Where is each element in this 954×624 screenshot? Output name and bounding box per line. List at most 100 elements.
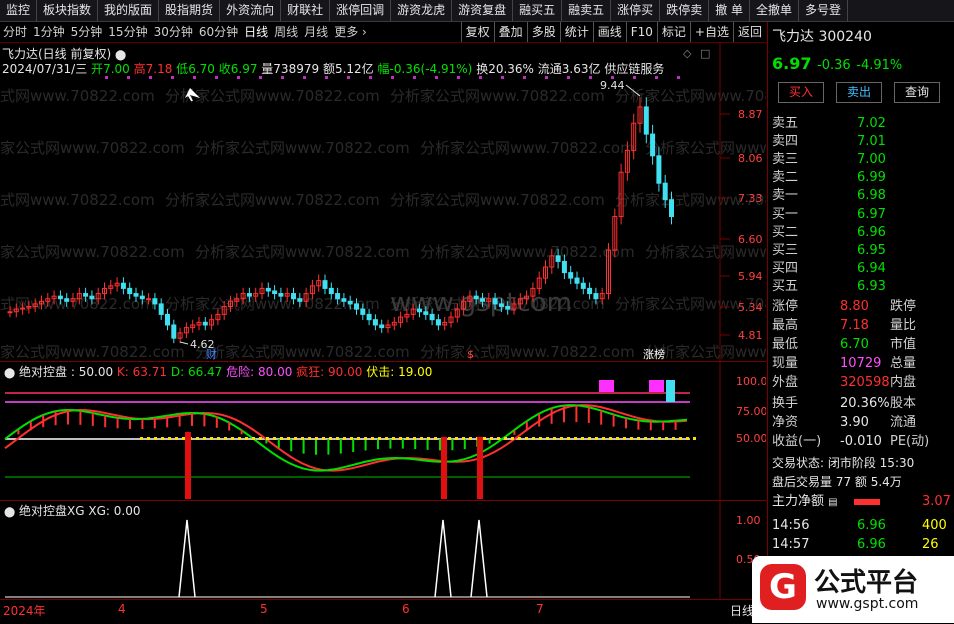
top-dot	[655, 76, 658, 79]
watermark-text: 分析家公式网www.70822.com	[615, 87, 766, 105]
period-tab[interactable]: 分时	[0, 22, 30, 42]
osc-bar	[575, 405, 577, 422]
yellow-dot	[399, 437, 402, 440]
period-tab[interactable]: 30分钟	[151, 22, 196, 42]
osc-bar	[228, 422, 230, 430]
menu-item[interactable]: 外资流向	[220, 0, 281, 21]
yellow-dot	[329, 437, 332, 440]
candle-body	[159, 304, 163, 314]
candle-body	[342, 299, 346, 302]
tool-button[interactable]: 叠加	[494, 22, 527, 42]
menu-item[interactable]: 撤 单	[709, 0, 750, 21]
top-dot	[435, 76, 438, 79]
top-dot	[457, 76, 460, 79]
tool-button[interactable]: 多股	[527, 22, 560, 42]
tick-volume: 26	[922, 535, 939, 554]
sell-button[interactable]: 卖出	[836, 82, 882, 103]
menu-item[interactable]: 融买五	[513, 0, 562, 21]
menu-item[interactable]: 游资龙虎	[391, 0, 452, 21]
bid-price: 6.97	[857, 205, 886, 224]
yellow-dot	[518, 437, 521, 440]
stat-label: 量比	[890, 316, 916, 335]
menu-item[interactable]: 涨停回调	[330, 0, 391, 21]
period-tab[interactable]: 15分钟	[105, 22, 150, 42]
indicator-panel-2[interactable]: ⬤ 绝对控盘XG XG: 0.00 1.000.50	[0, 501, 766, 599]
period-tab[interactable]: 月线	[301, 22, 331, 42]
tool-button[interactable]: 复权	[461, 22, 494, 42]
quote-row: 卖五7.02	[772, 114, 954, 133]
osc-bar	[340, 439, 342, 454]
bid-price: 6.96	[857, 223, 886, 242]
top-dot	[303, 76, 306, 79]
yellow-dot	[434, 437, 437, 440]
menu-item[interactable]: 股指期货	[159, 0, 220, 21]
yellow-dot	[259, 437, 262, 440]
x-label: 7	[536, 602, 544, 616]
stat-label: 总量	[890, 354, 916, 373]
yellow-dot	[322, 437, 325, 440]
ask-price: 7.01	[857, 132, 886, 151]
period-tab[interactable]: 60分钟	[196, 22, 241, 42]
menu-item[interactable]: 全撤单	[750, 0, 799, 21]
current-price: 6.97	[772, 54, 811, 73]
menu-item[interactable]: 财联社	[281, 0, 330, 21]
query-button[interactable]: 查询	[894, 82, 940, 103]
yellow-dot	[371, 437, 374, 440]
tool-button[interactable]: 返回	[733, 22, 766, 42]
osc-bar	[203, 414, 205, 427]
y-tick-label: 50.00	[736, 432, 766, 445]
top-dot	[545, 76, 548, 79]
buy-button[interactable]: 买入	[778, 82, 824, 103]
brand-logo-icon: G	[760, 564, 806, 610]
yellow-dot	[644, 437, 647, 440]
yellow-dot	[245, 437, 248, 440]
yellow-dot	[637, 437, 640, 440]
quote-row: 14:576.9626	[772, 535, 954, 554]
kline-svg: 分析家公式网www.70822.com 分析家公式网www.70822.com 分析…	[0, 43, 766, 361]
menu-item[interactable]: 监控	[0, 0, 37, 21]
osc-bar	[402, 439, 404, 449]
osc-bar	[55, 411, 57, 425]
watermark-text: 分析家公式网www.70822.com	[165, 191, 380, 209]
period-tab[interactable]: 1分钟	[30, 22, 68, 42]
stat-label: 净资	[772, 413, 798, 432]
menu-item[interactable]: 跌停卖	[660, 0, 709, 21]
candle-body	[8, 312, 12, 313]
tool-button[interactable]: 画线	[593, 22, 626, 42]
candle-body	[380, 325, 384, 328]
tool-button[interactable]: 标记	[657, 22, 690, 42]
candle-body	[84, 294, 88, 297]
osc-bar	[513, 431, 515, 435]
brand-url: www.gspt.com	[816, 596, 918, 612]
menu-item[interactable]: 我的版面	[98, 0, 159, 21]
candle-body	[474, 296, 478, 299]
stat-label: 现量	[772, 354, 798, 373]
brand-badge: G 公式平台 www.gspt.com	[752, 556, 954, 623]
top-dot	[347, 76, 350, 79]
period-tab[interactable]: 5分钟	[68, 22, 106, 42]
menu-item[interactable]: 游资复盘	[452, 0, 513, 21]
period-tab[interactable]: 更多 ›	[331, 22, 370, 42]
main-net-bar	[854, 499, 880, 505]
tool-button[interactable]: 统计	[560, 22, 593, 42]
osc-bar	[389, 439, 391, 449]
list-icon[interactable]: ▤	[828, 497, 837, 508]
menu-item[interactable]: 涨停买	[611, 0, 660, 21]
tool-button[interactable]: +自选	[690, 22, 733, 42]
period-tab[interactable]: 周线	[271, 22, 301, 42]
period-indicator: 日线	[730, 602, 754, 619]
stat-label: 外盘	[772, 373, 798, 392]
menu-item[interactable]: 多号登	[799, 0, 848, 21]
kline-chart-area[interactable]: 飞力达(日线 前复权) ⬤ 2024/07/31/三 开7.00 高7.18 低…	[0, 43, 766, 361]
osc-bar	[179, 414, 181, 427]
yellow-dot	[161, 437, 164, 440]
indicator-panel-1[interactable]: ⬤ 绝对控盘 : 50.00 K: 63.71 D: 66.47 危险: 80.…	[0, 362, 766, 500]
menu-item[interactable]: 板块指数	[37, 0, 98, 21]
menu-item[interactable]: 融卖五	[562, 0, 611, 21]
period-tab[interactable]: 日线	[241, 22, 271, 42]
yellow-dot	[532, 437, 535, 440]
yellow-dot	[525, 437, 528, 440]
x-axis: 2024年 4 5 6 7 日线	[0, 599, 766, 624]
watermark-text: 分析家公式网www.70822.com	[0, 139, 185, 157]
tool-button[interactable]: F10	[626, 22, 657, 42]
